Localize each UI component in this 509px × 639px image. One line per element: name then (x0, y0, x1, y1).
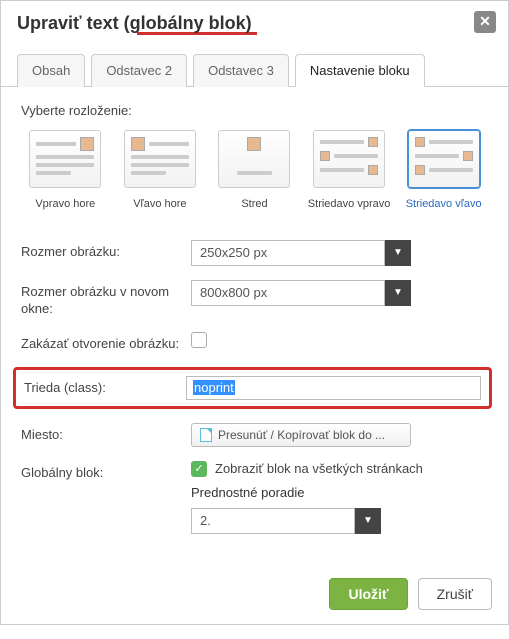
class-input[interactable]: noprint (186, 376, 481, 400)
row-disable-open: Zakázať otvorenie obrázku: (21, 332, 488, 353)
row-global-block: Globálny blok: ✓ Zobraziť blok na všetký… (21, 461, 488, 534)
layout-opt-vpravo-hore[interactable]: Vpravo hore (21, 130, 110, 210)
priority-select[interactable]: 2. ▼ (191, 508, 381, 534)
move-copy-button[interactable]: Presunúť / Kopírovať blok do ... (191, 423, 411, 447)
cancel-button[interactable]: Zrušiť (418, 578, 492, 610)
priority-label: Prednostné poradie (191, 485, 488, 500)
tabs: Obsah Odstavec 2 Odstavec 3 Nastavenie b… (1, 43, 508, 87)
global-show-text: Zobraziť blok na všetkých stránkach (215, 461, 423, 476)
row-place: Miesto: Presunúť / Kopírovať blok do ... (21, 423, 488, 447)
layout-section-label: Vyberte rozloženie: (21, 103, 488, 118)
place-label: Miesto: (21, 423, 181, 444)
layout-options: Vpravo hore Vľavo hore Stred (21, 130, 488, 210)
layout-opt-vlavo-hore[interactable]: Vľavo hore (116, 130, 205, 210)
dialog-footer: Uložiť Zrušiť (1, 564, 508, 624)
global-block-label: Globálny blok: (21, 461, 181, 482)
global-show-checkbox[interactable]: ✓ (191, 461, 207, 477)
layout-opt-striedavo-vlavo[interactable]: Striedavo vľavo (399, 130, 488, 210)
chevron-down-icon[interactable]: ▼ (385, 240, 411, 266)
chevron-down-icon[interactable]: ▼ (385, 280, 411, 306)
layout-opt-striedavo-vpravo[interactable]: Striedavo vpravo (305, 130, 394, 210)
dialog-header: Upraviť text (globálny blok) ✕ (1, 1, 508, 43)
image-size-new-select[interactable]: 800x800 px ▼ (191, 280, 411, 306)
image-size-select[interactable]: 250x250 px ▼ (191, 240, 411, 266)
chevron-down-icon[interactable]: ▼ (355, 508, 381, 534)
settings-panel: Vyberte rozloženie: Vpravo hore Vľavo ho… (1, 87, 508, 564)
layout-opt-stred[interactable]: Stred (210, 130, 299, 210)
dialog: Upraviť text (globálny blok) ✕ Obsah Ods… (0, 0, 509, 625)
tab-odstavec-3[interactable]: Odstavec 3 (193, 54, 289, 87)
tab-obsah[interactable]: Obsah (17, 54, 85, 87)
document-icon (200, 428, 212, 442)
save-button[interactable]: Uložiť (329, 578, 407, 610)
dialog-title: Upraviť text (globálny blok) (17, 13, 492, 34)
image-size-label: Rozmer obrázku: (21, 240, 181, 261)
class-label: Trieda (class): (24, 378, 176, 397)
tab-nastavenie-bloku[interactable]: Nastavenie bloku (295, 54, 425, 87)
row-image-size: Rozmer obrázku: 250x250 px ▼ (21, 240, 488, 266)
tab-odstavec-2[interactable]: Odstavec 2 (91, 54, 187, 87)
row-class-highlighted: Trieda (class): noprint (13, 367, 492, 409)
disable-open-checkbox[interactable] (191, 332, 207, 348)
disable-open-label: Zakázať otvorenie obrázku: (21, 332, 181, 353)
close-icon[interactable]: ✕ (474, 11, 496, 33)
image-size-new-label: Rozmer obrázku v novom okne: (21, 280, 181, 318)
row-image-size-new-window: Rozmer obrázku v novom okne: 800x800 px … (21, 280, 488, 318)
